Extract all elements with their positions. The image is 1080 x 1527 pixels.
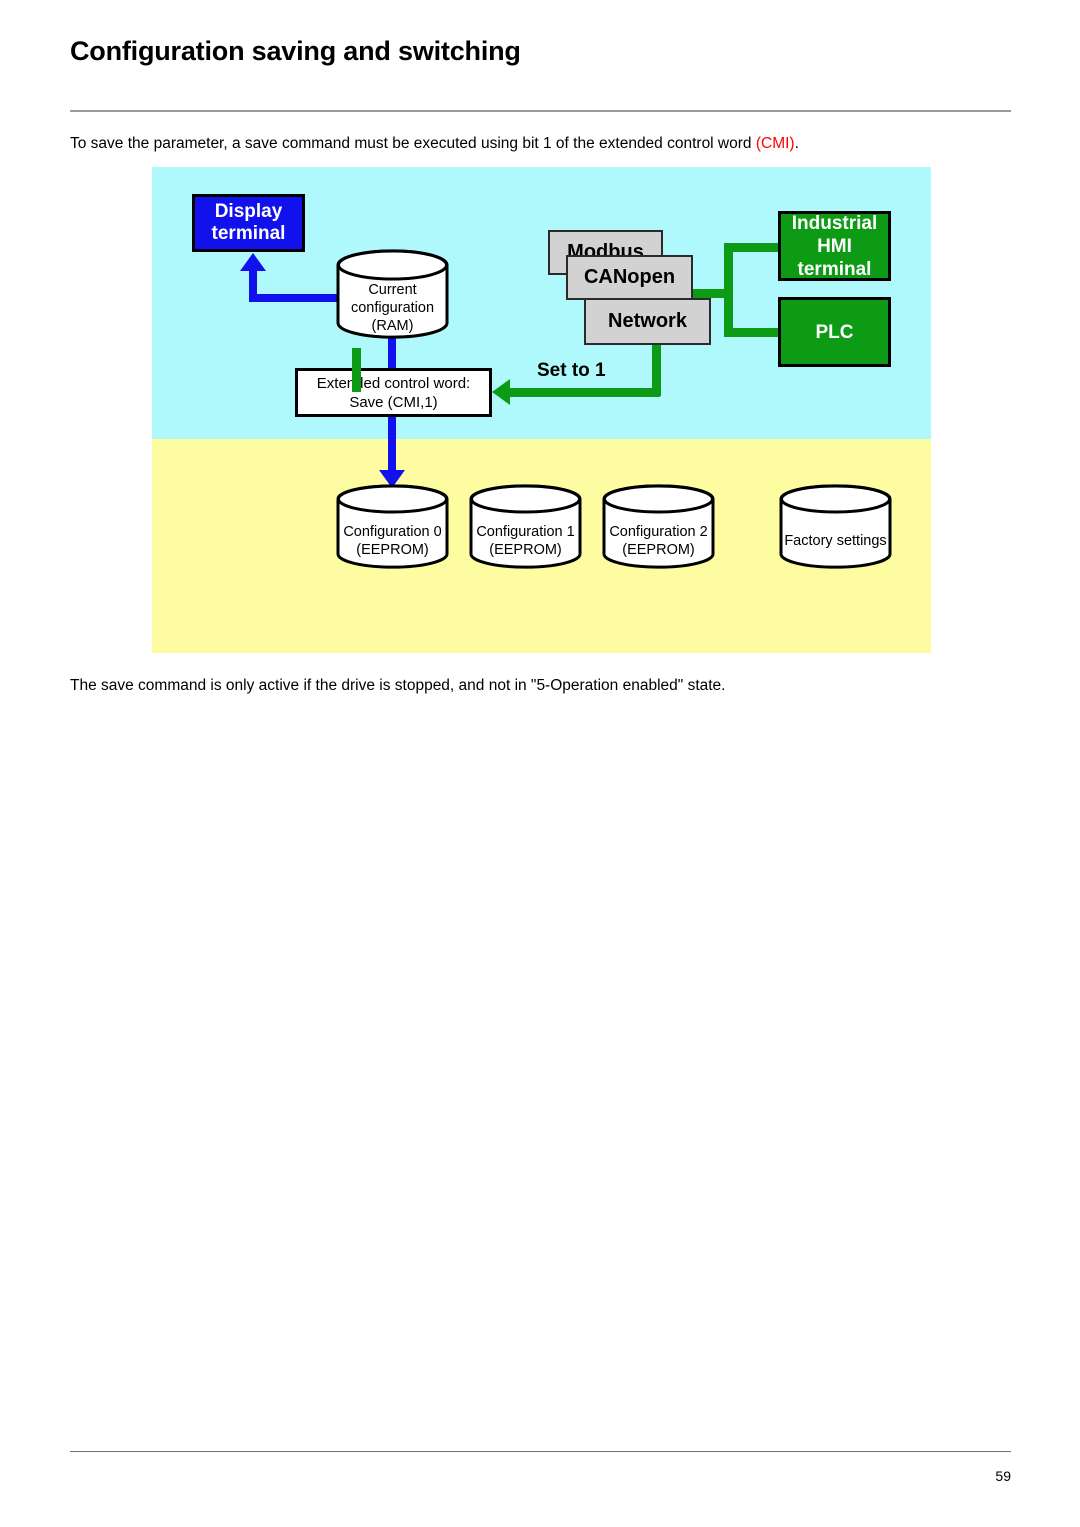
control-word-arrowhead [492, 379, 510, 405]
outro-paragraph: The save command is only active if the d… [70, 677, 726, 694]
intro-paragraph: To save the parameter, a save command mu… [70, 134, 799, 154]
configuration-0-cylinder: Configuration 0 (EEPROM) [335, 483, 450, 570]
display-terminal-label-line1: Display [214, 201, 283, 222]
ram-to-display-vertical-line [249, 270, 257, 298]
protocol-box-canopen[interactable]: CANopen [566, 255, 693, 300]
header-divider [70, 110, 1011, 112]
configuration-1-cylinder: Configuration 1 (EEPROM) [468, 483, 583, 570]
hmi-label-line2: HMI [817, 235, 852, 257]
hmi-label-line1: Industrial [791, 212, 878, 234]
ram-to-control-word-line [388, 337, 396, 371]
extended-control-word-box[interactable]: Extended control word: Save (CMI,1) [295, 368, 492, 417]
display-terminal-box[interactable]: Display terminal [192, 194, 305, 252]
master-bus-vertical-line [724, 243, 733, 337]
bus-to-plc-line [724, 328, 782, 337]
protocol-label-network: Network [608, 310, 687, 332]
hmi-label-line3: terminal [797, 258, 872, 280]
footer-divider [70, 1451, 1011, 1452]
control-word-to-config0-line [388, 417, 396, 472]
page-number: 59 [995, 1468, 1011, 1484]
control-word-label-line1: Extended control word: [316, 374, 471, 392]
plc-box[interactable]: PLC [778, 297, 891, 367]
ram-to-display-horizontal-line [249, 294, 339, 302]
display-terminal-arrowhead [240, 253, 266, 271]
set-to-1-label: Set to 1 [537, 360, 606, 381]
intro-text-tail: . [794, 135, 799, 152]
protocol-label-canopen: CANopen [583, 266, 676, 288]
bus-to-hmi-line [724, 243, 782, 252]
page-title: Configuration saving and switching [70, 36, 521, 66]
control-word-label-line2: Save (CMI,1) [349, 393, 438, 411]
display-terminal-label-line2: terminal [211, 223, 286, 244]
current-configuration-ram-cylinder: Current configuration (RAM) [335, 248, 450, 340]
industrial-hmi-terminal-box[interactable]: Industrial HMI terminal [778, 211, 891, 281]
set-to-1-vertical-line [352, 348, 361, 392]
configuration-saving-diagram: Display terminal Current configuration (… [152, 167, 931, 653]
plc-label: PLC [815, 321, 854, 343]
intro-text-main: To save the parameter, a save command mu… [70, 135, 756, 152]
network-down-line [652, 342, 661, 396]
intro-text-accent: (CMI) [755, 135, 795, 152]
factory-settings-cylinder: Factory settings [778, 483, 893, 570]
set-to-1-horizontal-line [510, 388, 660, 397]
configuration-2-cylinder: Configuration 2 (EEPROM) [601, 483, 716, 570]
protocol-box-network[interactable]: Network [584, 298, 711, 345]
